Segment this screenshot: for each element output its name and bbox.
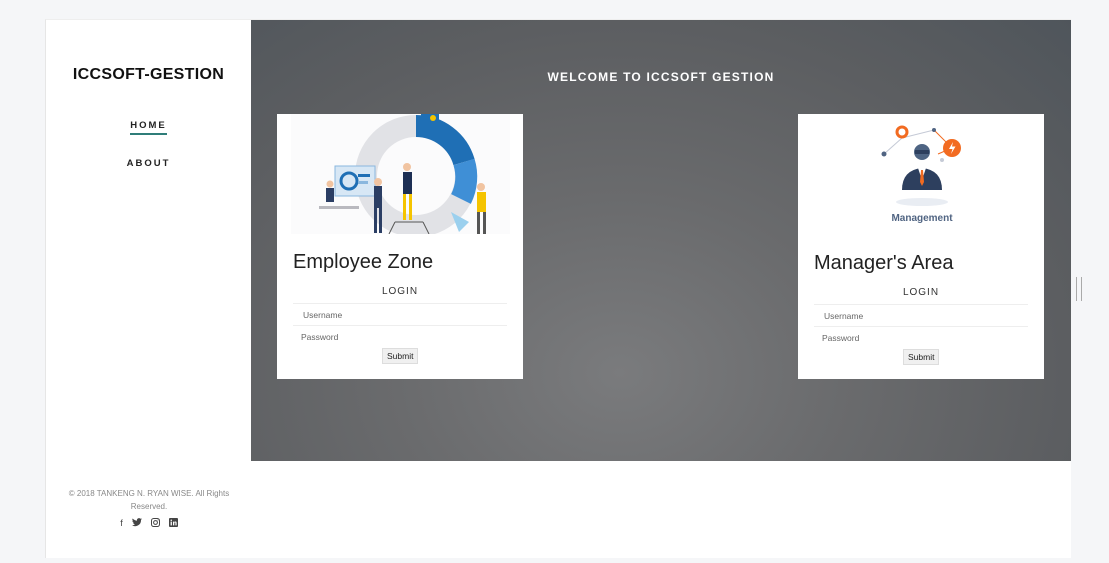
employee-login-label: LOGIN	[381, 286, 419, 297]
manager-submit-button[interactable]: Submit	[903, 349, 940, 365]
employee-username-placeholder: Username	[303, 310, 343, 320]
manager-login-label: LOGIN	[902, 287, 940, 298]
nav-item-about-label: ABOUT	[126, 158, 171, 169]
manager-username-placeholder: Username	[824, 311, 864, 321]
page-frame: ICCSOFT-GESTION HOME ABOUT © 2018 TANKEN…	[45, 19, 1071, 558]
sidebar: ICCSOFT-GESTION HOME ABOUT © 2018 TANKEN…	[46, 20, 251, 558]
employee-card-title: Employee Zone	[293, 251, 434, 273]
hero-section: WELCOME TO ICCSOFT GESTION Employee Zone…	[251, 20, 1071, 461]
hero-title: WELCOME TO ICCSOFT GESTION	[547, 70, 775, 84]
linkedin-icon[interactable]	[168, 518, 178, 529]
nav-item-home[interactable]: HOME	[46, 120, 251, 135]
facebook-icon[interactable]: f	[120, 518, 123, 529]
manager-password-placeholder: Password	[822, 333, 860, 343]
social-links: f	[114, 518, 184, 529]
nav-item-about[interactable]: ABOUT	[46, 158, 251, 169]
employee-submit-button[interactable]: Submit	[382, 348, 419, 364]
twitter-icon[interactable]	[131, 518, 142, 529]
employee-password-placeholder: Password	[301, 332, 339, 342]
nav-item-home-label: HOME	[130, 120, 167, 135]
manager-password-input[interactable]: Password	[814, 326, 1028, 348]
management-illustration: Management	[881, 125, 961, 224]
employee-illustration	[291, 114, 510, 234]
manager-card-title: Manager's Area	[814, 252, 954, 274]
copyright-text: © 2018 TANKENG N. RYAN WISE. All Rights …	[68, 489, 230, 511]
scroll-handle[interactable]	[1076, 277, 1082, 301]
instagram-icon[interactable]	[150, 518, 160, 529]
brand-title: ICCSOFT-GESTION	[72, 66, 225, 83]
manager-username-input[interactable]: Username	[814, 304, 1028, 326]
employee-username-input[interactable]: Username	[293, 303, 507, 325]
management-caption: Management	[891, 213, 953, 224]
employee-login-card: Employee Zone LOGIN Username Password Su…	[277, 114, 523, 379]
manager-login-card: Management Manager's Area LOGIN Username…	[798, 114, 1044, 379]
employee-password-input[interactable]: Password	[293, 325, 507, 347]
